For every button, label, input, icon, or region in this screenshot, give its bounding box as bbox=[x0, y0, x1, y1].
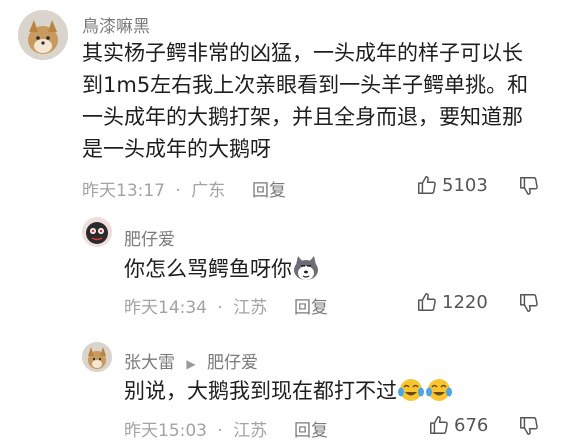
thumbs-up-icon bbox=[418, 176, 436, 194]
comment-text: 其实杨子鳄非常的凶猛，一头成年的样子可以长 到1m5左右我上次亲眼看到一头羊子鳄… bbox=[82, 37, 562, 165]
reply-button[interactable]: 回复 bbox=[294, 416, 328, 441]
comment-meta: 昨天14:34 · 江苏 bbox=[124, 293, 267, 318]
comment-text-line: 其实杨子鳄非常的凶猛，一头成年的样子可以长 bbox=[82, 41, 523, 65]
husky-emoji-icon bbox=[292, 255, 320, 290]
avatar[interactable] bbox=[82, 342, 112, 372]
reply-target[interactable]: 肥仔爱 bbox=[207, 353, 258, 373]
thumbs-up-icon bbox=[418, 293, 436, 311]
meta-separator: · bbox=[217, 421, 223, 441]
comment-time: 昨天13:17 bbox=[82, 181, 165, 201]
like-count: 5103 bbox=[442, 174, 488, 196]
comment-text-line: 一头成年的大鹅打架，并且全身而退，要知道那 bbox=[82, 105, 523, 129]
thumbs-down-icon bbox=[520, 294, 538, 312]
reply-button[interactable]: 回复 bbox=[294, 293, 328, 318]
reply-arrow-icon: ▶ bbox=[186, 357, 196, 371]
reply-button[interactable]: 回复 bbox=[252, 176, 286, 201]
dislike-button[interactable] bbox=[518, 415, 540, 441]
comment-text: 你怎么骂鳄鱼呀你 bbox=[124, 253, 320, 290]
comment-time: 昨天14:34 bbox=[124, 298, 207, 318]
meta-separator: · bbox=[217, 298, 223, 318]
comment-author[interactable]: 张大雷 bbox=[124, 353, 175, 373]
thumbs-up-icon bbox=[430, 416, 448, 434]
comment-meta: 昨天13:17 · 广东 bbox=[82, 176, 225, 201]
comment-text: 别说，大鹅我到现在都打不过 bbox=[124, 375, 453, 412]
like-button[interactable]: 5103 bbox=[416, 174, 488, 196]
comment-meta: 昨天15:03 · 江苏 bbox=[124, 416, 267, 441]
like-count: 676 bbox=[454, 414, 489, 436]
avatar[interactable] bbox=[18, 10, 68, 60]
reply-header: 张大雷 ▶ 肥仔爱 bbox=[124, 348, 258, 373]
comment-time: 昨天15:03 bbox=[124, 421, 207, 441]
laughing-crying-emoji-icon bbox=[397, 377, 425, 412]
like-button[interactable]: 1220 bbox=[416, 291, 488, 313]
comment-location: 江苏 bbox=[233, 421, 268, 441]
like-button[interactable]: 676 bbox=[428, 414, 488, 436]
thumbs-down-icon bbox=[520, 417, 538, 435]
dislike-button[interactable] bbox=[518, 175, 540, 201]
avatar[interactable] bbox=[82, 217, 112, 247]
comment-text-line: 到1m5左右我上次亲眼看到一头羊子鳄单挑。和 bbox=[82, 73, 529, 97]
meta-separator: · bbox=[175, 181, 181, 201]
thumbs-down-icon bbox=[520, 177, 538, 195]
dislike-button[interactable] bbox=[518, 292, 540, 318]
comment-author[interactable]: 肥仔爱 bbox=[124, 225, 175, 250]
comment-location: 江苏 bbox=[233, 298, 268, 318]
laughing-crying-emoji-icon bbox=[425, 377, 453, 412]
comment-location: 广东 bbox=[191, 181, 226, 201]
like-count: 1220 bbox=[442, 291, 488, 313]
comment-author[interactable]: 鳥漆嘛黑 bbox=[82, 12, 150, 37]
comment-text-line: 是一头成年的大鹅呀 bbox=[82, 137, 271, 161]
